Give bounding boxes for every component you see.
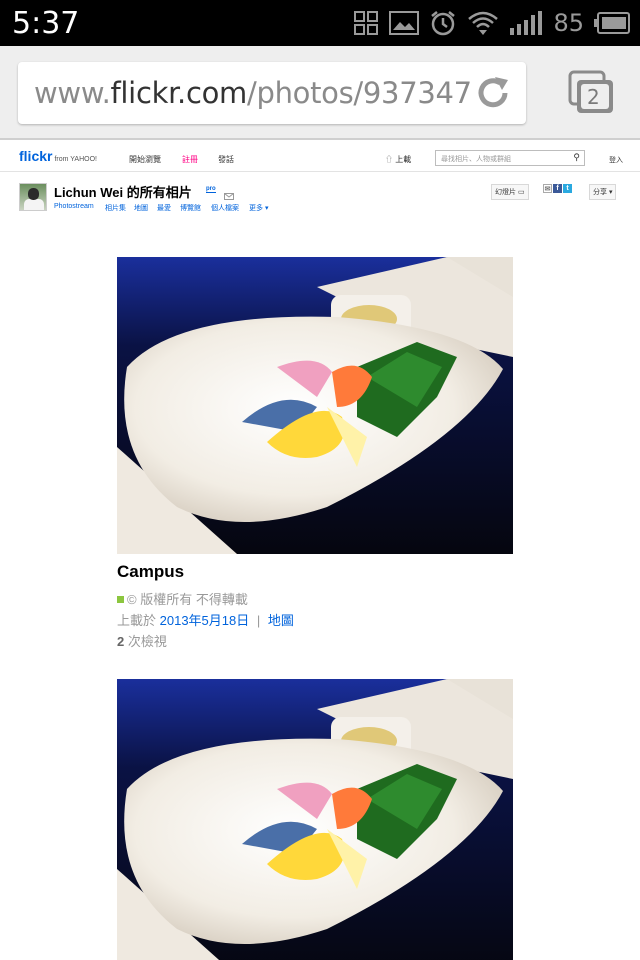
wifi-icon — [467, 10, 499, 36]
upload-label: 上載 — [395, 155, 412, 164]
nav-signup[interactable]: 註冊 — [182, 154, 198, 165]
copyright-icon: © — [127, 592, 137, 607]
status-bar: 5:37 85 — [0, 0, 640, 46]
grid-icon — [353, 10, 379, 36]
slideshow-icon: ▭ — [517, 189, 525, 196]
tabs-button[interactable]: 2 — [568, 70, 616, 116]
photo-caption: Campus © 版權所有 不得轉載 上載於 2013年5月18日 | 地圖 2… — [117, 562, 517, 650]
signal-icon — [509, 10, 543, 36]
facebook-icon[interactable]: f — [553, 184, 562, 193]
logo-yahoo: from YAHOO! — [54, 156, 97, 163]
separator: | — [256, 613, 261, 628]
url-path: /photos/937347 — [247, 76, 472, 110]
signin-link[interactable]: 登入 — [609, 155, 623, 165]
subnav-photostream[interactable]: Photostream — [54, 203, 94, 210]
status-icons: 85 — [353, 8, 630, 38]
url-prefix: www. — [34, 76, 111, 110]
subnav-favorites[interactable]: 最愛 — [157, 203, 171, 213]
nav-create[interactable]: 發話 — [218, 154, 234, 165]
twitter-icon[interactable]: t — [563, 184, 572, 193]
slideshow-button[interactable]: 幻燈片 ▭ — [491, 184, 529, 200]
social-share-icons: ✉ f t — [543, 184, 572, 193]
status-time: 5:37 — [12, 6, 80, 41]
image-icon — [389, 11, 420, 35]
photostream-header: Lichun Wei 的所有相片 pro Photostream 相片集 地圖 … — [0, 178, 640, 218]
logo-text: flickr — [19, 148, 53, 164]
battery-percent: 85 — [553, 9, 584, 37]
search-placeholder: 尋找相片、人物或群組 — [441, 156, 511, 163]
license-icon — [117, 596, 124, 603]
photo-title[interactable]: Campus — [117, 562, 517, 582]
views-label: 次檢視 — [127, 634, 167, 649]
browser-toolbar: www.flickr.com/photos/937347 2 — [0, 46, 640, 140]
search-icon[interactable]: ⚲ — [573, 152, 580, 163]
photo-image[interactable] — [117, 257, 513, 554]
upload-info: 上載於 2013年5月18日 | 地圖 — [117, 610, 517, 629]
subnav-sets[interactable]: 相片集 — [105, 203, 126, 213]
alarm-icon — [429, 9, 457, 37]
upload-link[interactable]: ⇧ 上載 — [385, 154, 411, 165]
email-icon[interactable]: ✉ — [543, 184, 552, 193]
license-line: © 版權所有 不得轉載 — [117, 589, 517, 608]
views-info: 2 次檢視 — [117, 631, 517, 650]
flickr-logo[interactable]: flickr from YAHOO! — [19, 148, 97, 164]
license-text: 版權所有 不得轉載 — [140, 592, 248, 607]
uploaded-prefix: 上載於 — [117, 613, 157, 628]
reload-icon[interactable] — [476, 76, 512, 115]
subnav-more[interactable]: 更多 ▾ — [249, 203, 268, 213]
photo-image-2[interactable] — [117, 679, 513, 960]
share-button[interactable]: 分享 ▾ — [589, 184, 617, 200]
subnav-profile[interactable]: 個人檔案 — [211, 203, 239, 213]
map-link[interactable]: 地圖 — [268, 613, 294, 628]
uploaded-date-link[interactable]: 2013年5月18日 — [160, 613, 250, 628]
avatar[interactable] — [19, 183, 47, 211]
address-bar[interactable]: www.flickr.com/photos/937347 — [18, 62, 526, 124]
url-domain: flickr.com — [110, 76, 248, 110]
owner-title[interactable]: Lichun Wei 的所有相片 — [54, 182, 192, 201]
url-text[interactable]: www.flickr.com/photos/937347 — [34, 76, 472, 110]
nav-explore[interactable]: 開始瀏覽 — [129, 154, 161, 165]
pro-badge[interactable]: pro — [206, 186, 216, 193]
upload-icon: ⇧ — [385, 155, 396, 164]
tab-count: 2 — [587, 85, 600, 109]
flickr-header: flickr from YAHOO! 開始瀏覽 註冊 發話 ⇧ 上載 尋找相片、人… — [0, 142, 640, 172]
slideshow-label: 幻燈片 — [495, 189, 516, 196]
subnav-map[interactable]: 地圖 — [134, 203, 148, 213]
subnav-galleries[interactable]: 博覽館 — [180, 203, 201, 213]
search-input[interactable]: 尋找相片、人物或群組 ⚲ — [435, 150, 585, 166]
battery-icon — [594, 12, 630, 34]
views-count: 2 — [117, 634, 125, 649]
